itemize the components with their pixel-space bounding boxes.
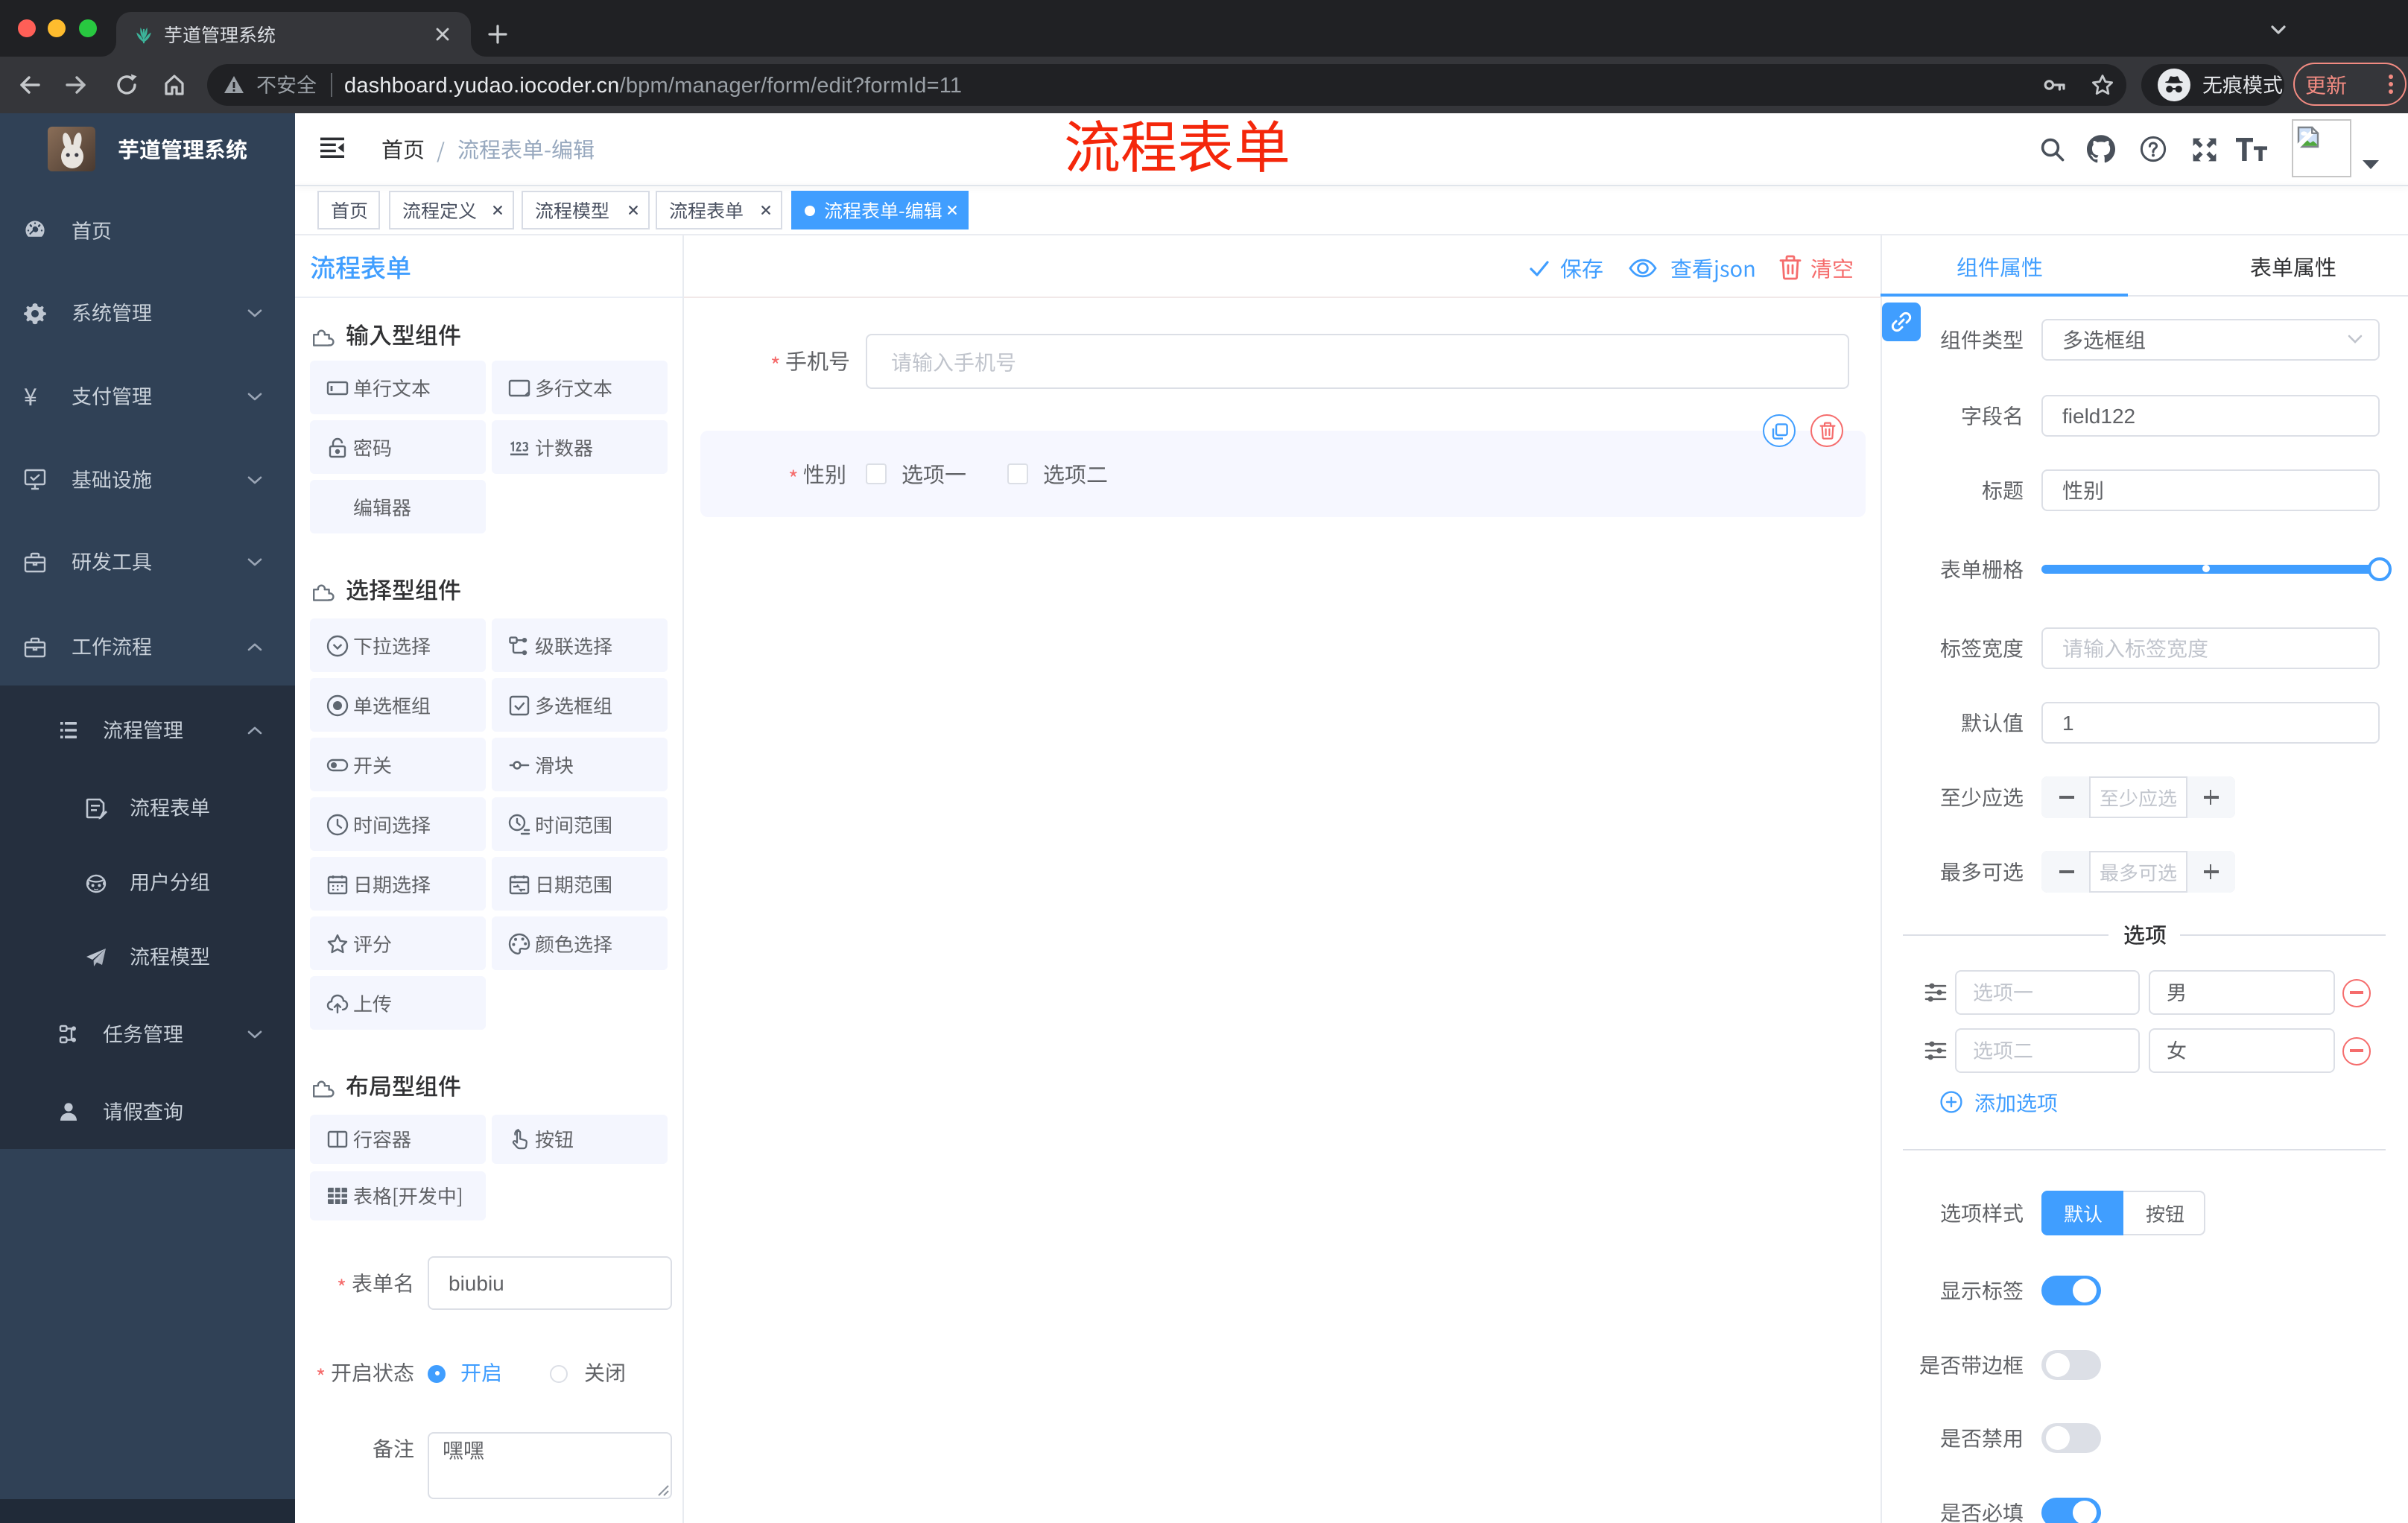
svg-text:biubiu: biubiu [449,1272,504,1295]
svg-text:1: 1 [2062,712,2074,735]
svg-text:field122: field122 [2062,405,2135,428]
svg-text:dashboard.yudao.iocoder.cn/bpm: dashboard.yudao.iocoder.cn/bpm/manager/f… [344,74,962,98]
